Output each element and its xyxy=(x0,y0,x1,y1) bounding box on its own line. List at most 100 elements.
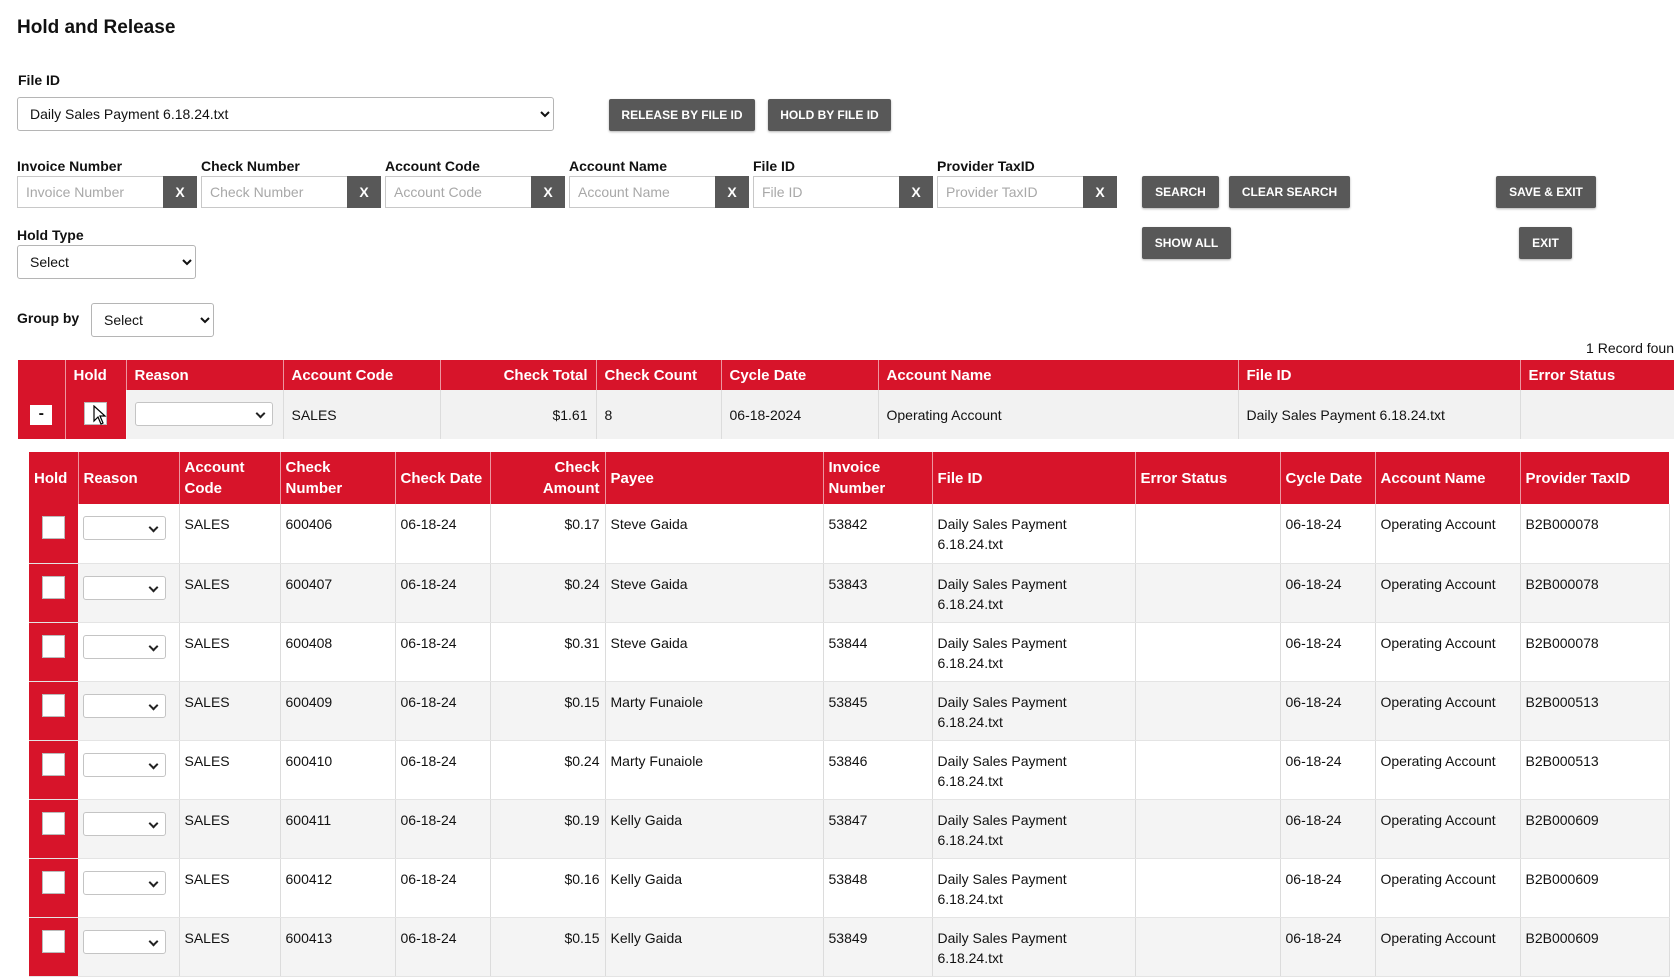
clear-check-number-button[interactable]: X xyxy=(347,176,381,208)
row-check-amount: $0.15 xyxy=(490,917,606,977)
row-hold-checkbox[interactable] xyxy=(42,870,65,894)
exit-button[interactable]: EXIT xyxy=(1519,227,1572,259)
show-all-button[interactable]: SHOW ALL xyxy=(1142,227,1231,259)
group-by-select[interactable]: Select xyxy=(91,303,214,337)
row-reason-select[interactable] xyxy=(83,516,166,540)
clear-invoice-number-button[interactable]: X xyxy=(163,176,197,208)
hold-by-file-id-button[interactable]: HOLD BY FILE ID xyxy=(768,99,891,131)
page-title: Hold and Release xyxy=(17,17,176,38)
row-reason-select[interactable] xyxy=(83,811,166,836)
release-by-file-id-button[interactable]: RELEASE BY FILE ID xyxy=(609,99,755,131)
row-cycle-date: 06-18-24 xyxy=(1280,917,1376,977)
clear-account-name-button[interactable]: X xyxy=(715,176,749,208)
table-row: SALES 600407 06-18-24 $0.24 Steve Gaida 53843… xyxy=(29,563,1670,623)
row-reason-cell xyxy=(78,740,180,800)
row-check-amount: $0.19 xyxy=(490,799,606,859)
row-account-code: SALES xyxy=(179,858,281,918)
detail-header-account-code: Account Code xyxy=(179,452,281,504)
save-exit-button[interactable]: SAVE & EXIT xyxy=(1496,176,1596,208)
row-hold-checkbox[interactable] xyxy=(42,516,65,539)
row-reason-cell xyxy=(78,504,180,564)
row-account-code: SALES xyxy=(179,622,281,682)
row-cycle-date: 06-18-24 xyxy=(1280,622,1376,682)
row-cycle-date: 06-18-24 xyxy=(1280,504,1376,564)
row-account-code: SALES xyxy=(179,563,281,623)
row-reason-select[interactable] xyxy=(83,929,166,954)
check-number-input[interactable] xyxy=(201,176,347,208)
group-header-hold: Hold xyxy=(65,360,127,390)
group-file-id: Daily Sales Payment 6.18.24.txt xyxy=(1238,390,1521,439)
row-payee: Steve Gaida xyxy=(605,563,824,623)
search-button[interactable]: SEARCH xyxy=(1142,176,1219,208)
collapse-group-button[interactable]: - xyxy=(30,404,53,425)
record-count: 1 Record foun xyxy=(1586,340,1674,356)
account-code-input[interactable] xyxy=(385,176,531,208)
row-reason-select[interactable] xyxy=(83,870,166,895)
row-reason-select[interactable] xyxy=(83,634,166,659)
row-check-number: 600407 xyxy=(280,563,396,623)
group-reason-cell xyxy=(126,390,284,439)
row-invoice-number: 53847 xyxy=(823,799,933,859)
row-hold-checkbox[interactable] xyxy=(42,575,65,599)
row-payee: Kelly Gaida xyxy=(605,799,824,859)
row-reason-select[interactable] xyxy=(83,575,166,600)
row-invoice-number: 53844 xyxy=(823,622,933,682)
file-id-select[interactable]: Daily Sales Payment 6.18.24.txt xyxy=(17,97,554,131)
row-error-status xyxy=(1135,563,1281,623)
row-error-status xyxy=(1135,681,1281,741)
detail-header-hold: Hold xyxy=(29,452,79,504)
row-check-date: 06-18-24 xyxy=(395,563,491,623)
row-provider-taxid: B2B000078 xyxy=(1520,622,1670,682)
group-header-error-status: Error Status xyxy=(1520,360,1674,390)
table-row: SALES 600406 06-18-24 $0.17 Steve Gaida 53842… xyxy=(29,504,1670,564)
row-check-amount: $0.24 xyxy=(490,740,606,800)
row-payee: Steve Gaida xyxy=(605,622,824,682)
invoice-number-input[interactable] xyxy=(17,176,163,208)
provider-taxid-input[interactable] xyxy=(937,176,1083,208)
detail-header-cycle-date: Cycle Date xyxy=(1280,452,1376,504)
hold-type-select[interactable]: Select xyxy=(17,245,196,279)
row-check-date: 06-18-24 xyxy=(395,858,491,918)
clear-account-code-button[interactable]: X xyxy=(531,176,565,208)
row-account-name: Operating Account xyxy=(1375,563,1521,623)
table-row: SALES 600411 06-18-24 $0.19 Kelly Gaida 53847… xyxy=(29,799,1670,859)
row-hold-checkbox[interactable] xyxy=(42,811,65,835)
row-cycle-date: 06-18-24 xyxy=(1280,799,1376,859)
mouse-cursor-icon xyxy=(93,405,107,425)
row-account-name: Operating Account xyxy=(1375,740,1521,800)
group-header-check-total: Check Total xyxy=(440,360,597,390)
invoice-number-label: Invoice Number xyxy=(17,158,123,174)
row-invoice-number: 53849 xyxy=(823,917,933,977)
file-id-input[interactable] xyxy=(753,176,899,208)
row-hold-checkbox[interactable] xyxy=(42,929,65,953)
row-invoice-number: 53842 xyxy=(823,504,933,564)
account-name-input[interactable] xyxy=(569,176,715,208)
clear-search-button[interactable]: CLEAR SEARCH xyxy=(1229,176,1350,208)
detail-header-invoice-number: Invoice Number xyxy=(823,452,933,504)
row-hold-checkbox[interactable] xyxy=(42,634,65,658)
row-hold-checkbox[interactable] xyxy=(42,693,65,717)
group-header-row: Hold Reason Account Code Check Total Che… xyxy=(18,360,1674,390)
row-check-amount: $0.17 xyxy=(490,504,606,564)
hold-type-label: Hold Type xyxy=(17,227,84,243)
detail-header-row: Hold Reason Account Code Check Number Chec… xyxy=(29,452,1670,504)
row-check-date: 06-18-24 xyxy=(395,504,491,564)
table-row: SALES 600413 06-18-24 $0.15 Kelly Gaida 53849… xyxy=(29,917,1670,977)
row-provider-taxid: B2B000609 xyxy=(1520,917,1670,977)
clear-provider-taxid-button[interactable]: X xyxy=(1083,176,1117,208)
group-cycle-date: 06-18-2024 xyxy=(721,390,879,439)
row-provider-taxid: B2B000078 xyxy=(1520,563,1670,623)
detail-header-error-status: Error Status xyxy=(1135,452,1281,504)
row-reason-select[interactable] xyxy=(83,752,166,777)
group-header-cycle-date: Cycle Date xyxy=(721,360,879,390)
row-account-name: Operating Account xyxy=(1375,858,1521,918)
row-hold-checkbox[interactable] xyxy=(42,752,65,776)
row-check-date: 06-18-24 xyxy=(395,622,491,682)
detail-header-file-id: File ID xyxy=(932,452,1136,504)
row-reason-select[interactable] xyxy=(83,693,166,718)
row-cycle-date: 06-18-24 xyxy=(1280,563,1376,623)
clear-file-id-button[interactable]: X xyxy=(899,176,933,208)
group-reason-select[interactable] xyxy=(134,402,273,426)
row-account-code: SALES xyxy=(179,504,281,564)
row-account-name: Operating Account xyxy=(1375,504,1521,564)
